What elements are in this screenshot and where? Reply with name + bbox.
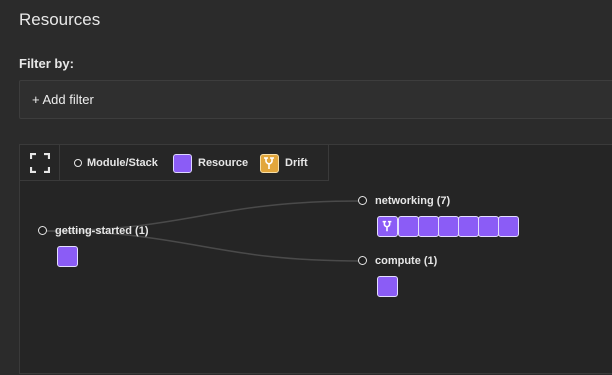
filter-bar: + Add filter (19, 80, 612, 119)
resource-box[interactable] (418, 216, 439, 237)
resource-box[interactable] (458, 216, 479, 237)
resource-box[interactable] (398, 216, 419, 237)
resource-box[interactable] (438, 216, 459, 237)
node-compute-label[interactable]: compute (1) (375, 255, 437, 267)
resource-graph-panel: Module/Stack Resource Drift getting-star… (19, 144, 612, 374)
filter-by-label: Filter by: (19, 56, 74, 71)
add-filter-button[interactable]: + Add filter (32, 92, 94, 107)
resource-box[interactable] (377, 276, 398, 297)
resource-box[interactable] (498, 216, 519, 237)
module-node-dot[interactable] (358, 256, 367, 265)
resource-box[interactable] (478, 216, 499, 237)
node-getting-started-label[interactable]: getting-started (1) (55, 225, 149, 237)
resource-box[interactable] (57, 246, 78, 267)
graph-edges (41, 200, 361, 262)
page-title: Resources (19, 10, 101, 29)
module-node-dot[interactable] (38, 226, 47, 235)
module-node-dot[interactable] (358, 196, 367, 205)
drift-icon (382, 220, 392, 232)
drifted-resource-box[interactable] (377, 216, 398, 237)
node-networking-label[interactable]: networking (7) (375, 195, 450, 207)
